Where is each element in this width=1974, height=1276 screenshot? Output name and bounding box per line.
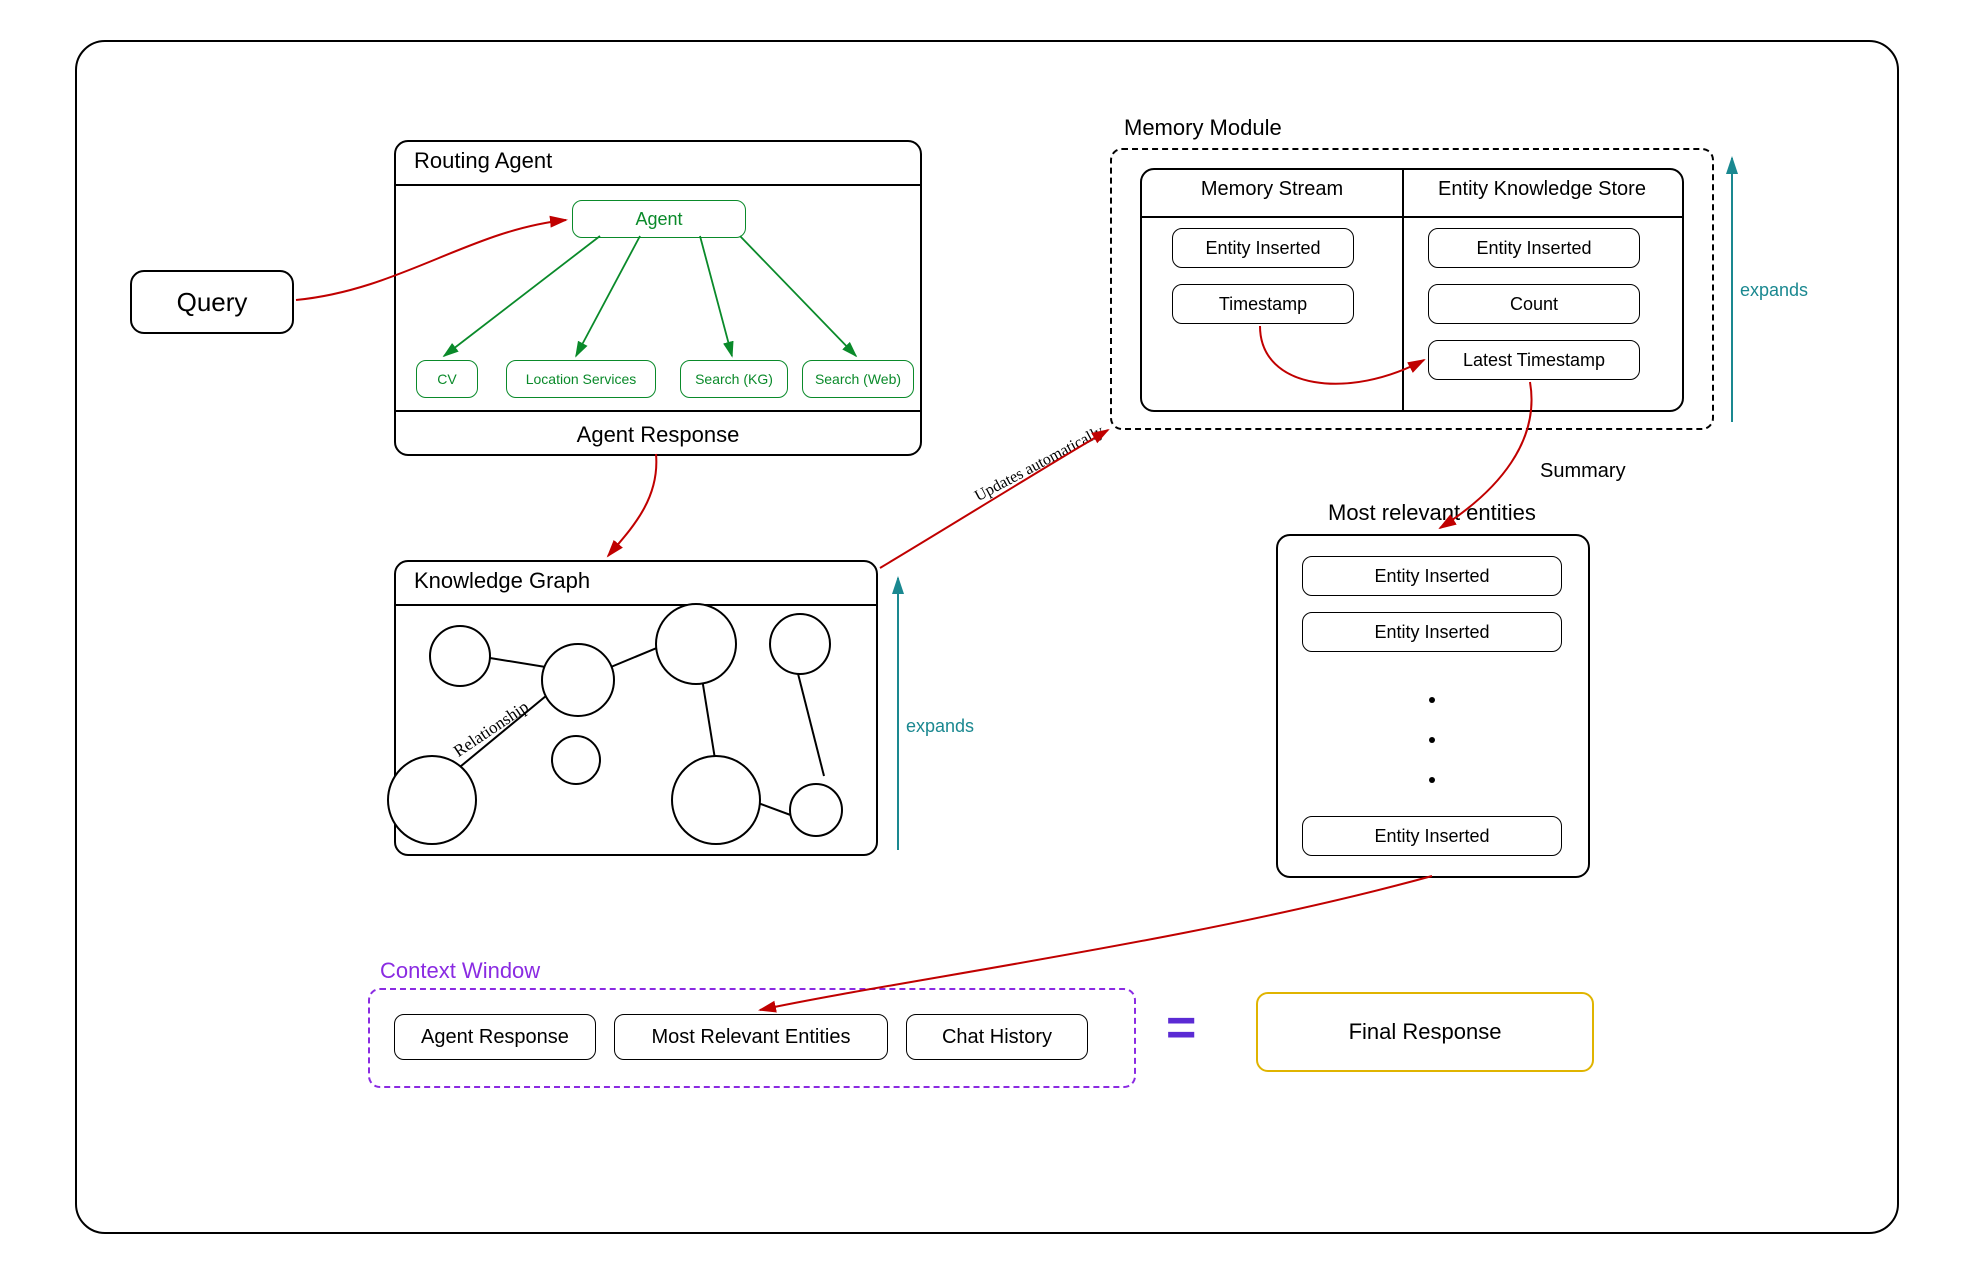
pill-label: Most Relevant Entities <box>652 1026 851 1049</box>
routing-agent-title: Routing Agent <box>396 148 920 174</box>
routing-agent-footer: Agent Response <box>396 422 920 448</box>
pill-label: Entity Inserted <box>1374 826 1489 847</box>
pill-label: Entity Inserted <box>1205 238 1320 259</box>
summary-label: Summary <box>1540 460 1626 483</box>
pill-label: Count <box>1510 294 1558 315</box>
mre-item-1: Entity Inserted <box>1302 612 1562 652</box>
tool-label: Search (KG) <box>695 371 773 387</box>
mre-item-0: Entity Inserted <box>1302 556 1562 596</box>
pill-label: Agent Response <box>421 1026 569 1049</box>
pill-label: Latest Timestamp <box>1463 350 1605 371</box>
tool-label: Search (Web) <box>815 371 901 387</box>
diagram-canvas: Query Routing Agent Agent Response Agent… <box>0 0 1974 1276</box>
final-response-label: Final Response <box>1349 1019 1502 1045</box>
equals-sign: = <box>1166 998 1196 1058</box>
stream-item-entity: Entity Inserted <box>1172 228 1354 268</box>
tool-search-kg: Search (KG) <box>680 360 788 398</box>
tool-search-web: Search (Web) <box>802 360 914 398</box>
cw-chat-history: Chat History <box>906 1014 1088 1060</box>
mre-item-2: Entity Inserted <box>1302 816 1562 856</box>
divider <box>396 410 920 412</box>
final-response-box: Final Response <box>1256 992 1594 1072</box>
agent-pill: Agent <box>572 200 746 238</box>
agent-label: Agent <box>635 209 682 230</box>
most-relevant-title: Most relevant entities <box>1328 500 1536 526</box>
query-box: Query <box>130 270 294 334</box>
divider <box>1402 170 1404 410</box>
store-item-entity: Entity Inserted <box>1428 228 1640 268</box>
tool-label: CV <box>437 371 456 387</box>
entity-handlabel: Entity <box>437 645 479 665</box>
store-item-count: Count <box>1428 284 1640 324</box>
entity-store-title: Entity Knowledge Store <box>1402 178 1682 201</box>
store-item-latest-ts: Latest Timestamp <box>1428 340 1640 380</box>
memory-module-title: Memory Module <box>1124 115 1282 141</box>
knowledge-graph-box: Knowledge Graph <box>394 560 878 856</box>
divider <box>396 184 920 186</box>
pill-label: Timestamp <box>1219 294 1307 315</box>
tool-location: Location Services <box>506 360 656 398</box>
divider <box>396 604 876 606</box>
tool-cv: CV <box>416 360 478 398</box>
cw-most-relevant: Most Relevant Entities <box>614 1014 888 1060</box>
divider <box>1142 216 1682 218</box>
cw-agent-response: Agent Response <box>394 1014 596 1060</box>
context-window-title: Context Window <box>380 958 540 984</box>
pill-label: Chat History <box>942 1026 1052 1049</box>
pill-label: Entity Inserted <box>1374 566 1489 587</box>
pill-label: Entity Inserted <box>1476 238 1591 259</box>
kg-title: Knowledge Graph <box>396 568 876 594</box>
routing-agent-box: Routing Agent Agent Response Agent CV Lo… <box>394 140 922 456</box>
query-label: Query <box>177 287 248 318</box>
stream-item-timestamp: Timestamp <box>1172 284 1354 324</box>
tool-label: Location Services <box>526 371 637 387</box>
expands-memory-label: expands <box>1740 280 1808 301</box>
memory-stream-title: Memory Stream <box>1142 178 1402 201</box>
expands-kg-label: expands <box>906 716 974 737</box>
pill-label: Entity Inserted <box>1374 622 1489 643</box>
